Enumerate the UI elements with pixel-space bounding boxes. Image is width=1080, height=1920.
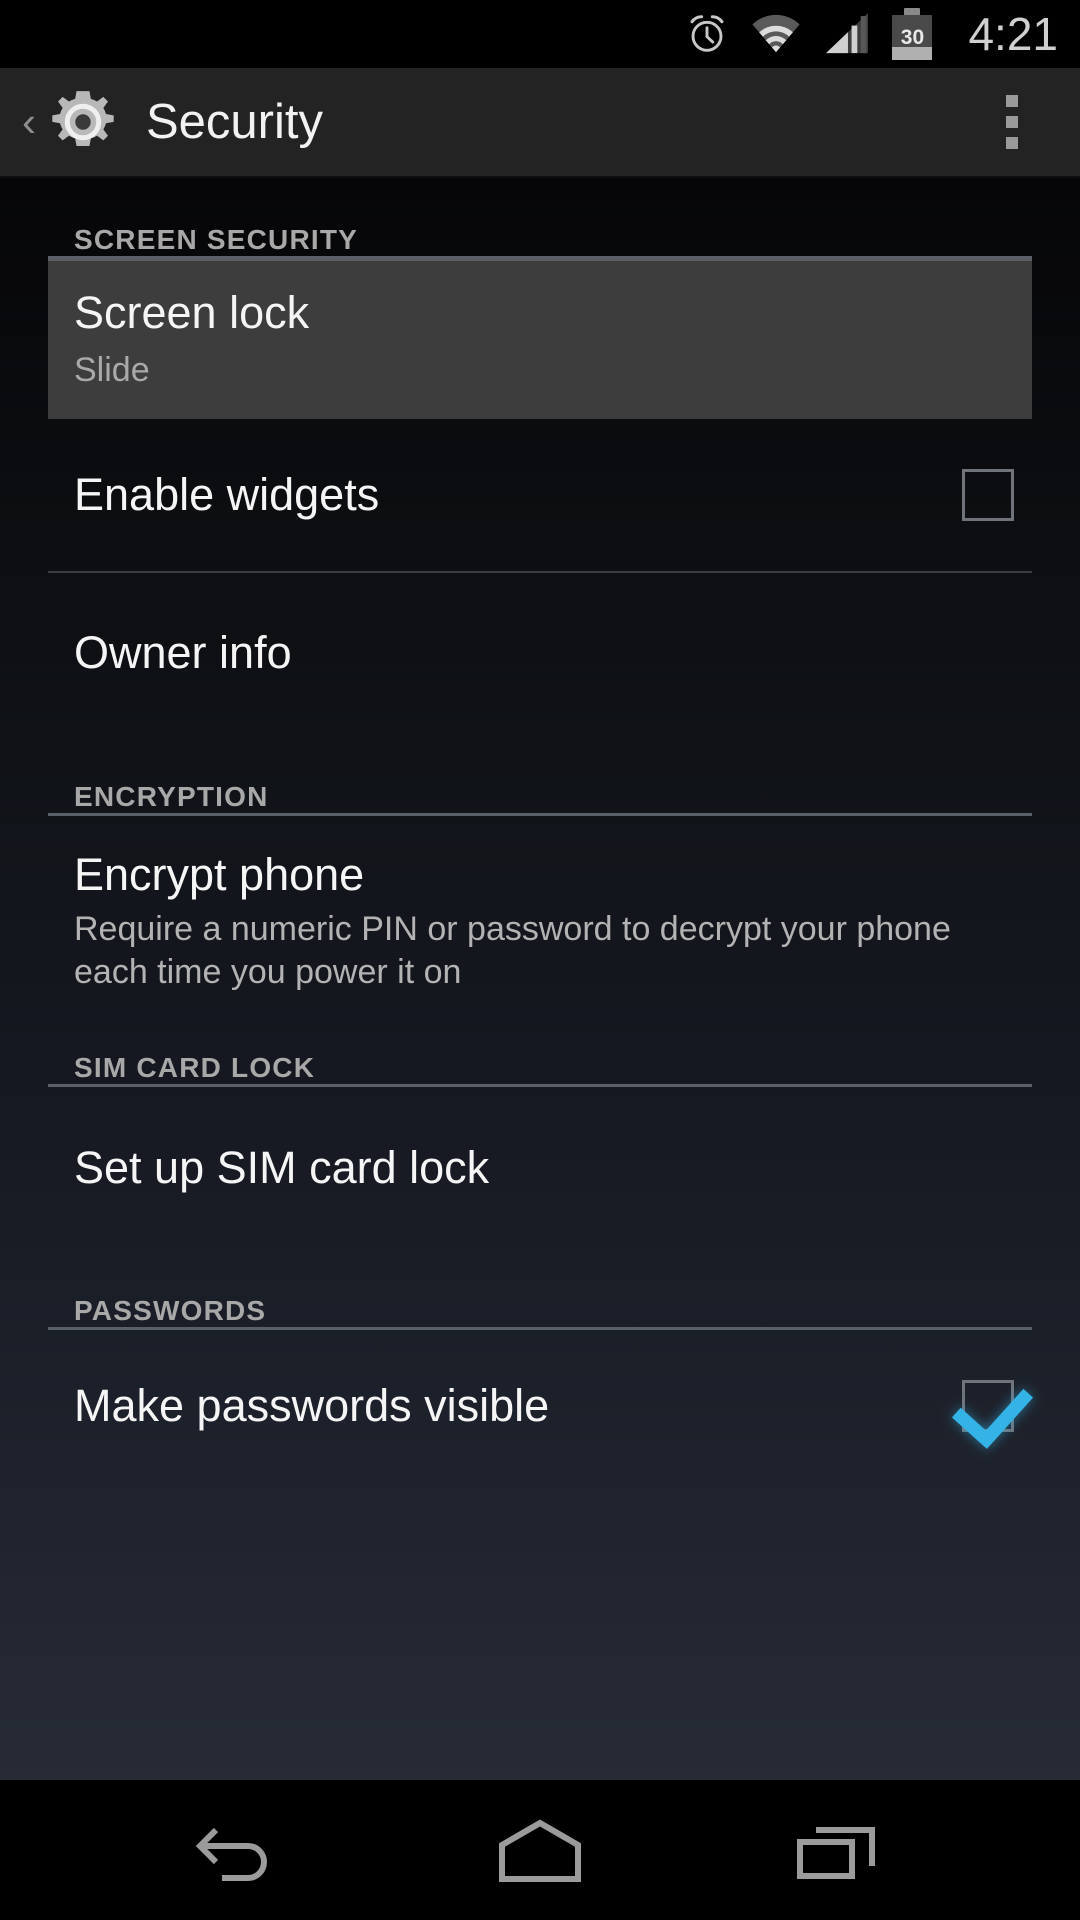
status-bar: 30 4:21 [0,0,1080,68]
enable-widgets-checkbox[interactable] [962,469,1014,521]
setting-row-make-passwords-visible[interactable]: Make passwords visible [0,1330,1080,1482]
battery-level-text: 30 [900,26,925,49]
setting-title: Set up SIM card lock [74,1141,490,1193]
setting-summary: Slide [74,351,150,390]
up-back-chevron-icon[interactable]: ‹ [14,101,44,143]
setting-description: Require a numeric PIN or password to dec… [74,910,951,991]
setting-title: Encrypt phone [74,849,365,900]
overflow-menu-icon[interactable] [992,81,1032,163]
setting-row-sim-card-lock[interactable]: Set up SIM card lock [0,1087,1080,1249]
section-header-screen-security: SCREEN SECURITY [74,224,359,255]
section-header-sim-card-lock: SIM CARD LOCK [74,1052,316,1083]
status-bar-clock: 4:21 [968,8,1058,60]
setting-row-screen-lock[interactable]: Screen lock Slide [48,259,1032,419]
setting-row-owner-info[interactable]: Owner info [0,573,1080,733]
home-icon[interactable] [480,1810,600,1890]
action-bar: ‹ Security [0,68,1080,178]
navigation-bar [0,1780,1080,1920]
recents-icon[interactable] [780,1810,900,1890]
setting-title: Enable widgets [74,468,380,520]
alarm-clock-icon [690,15,724,52]
setting-title: Owner info [74,626,292,678]
section-header-passwords: PASSWORDS [74,1295,267,1326]
setting-title: Screen lock [74,286,310,338]
setting-title: Make passwords visible [74,1379,550,1431]
back-icon[interactable] [180,1810,300,1890]
status-icon-tray: 30 4:21 [684,8,1058,60]
make-passwords-visible-checkbox[interactable] [962,1380,1014,1432]
section-header-encryption: ENCRYPTION [74,781,269,812]
setting-row-encrypt-phone[interactable]: Encrypt phone Require a numeric PIN or p… [0,816,1080,1006]
settings-list[interactable]: SCREEN SECURITY Screen lock Slide Enable… [0,178,1080,1780]
setting-row-enable-widgets[interactable]: Enable widgets [0,419,1080,571]
cell-signal-icon [826,13,869,54]
page-title: Security [146,94,324,149]
android-screen: 30 4:21 ‹ Security SCREEN SECURITY Scree… [0,0,1080,1920]
battery-icon: 30 [892,8,933,60]
settings-gear-icon[interactable] [46,85,120,159]
wifi-icon [752,14,801,53]
